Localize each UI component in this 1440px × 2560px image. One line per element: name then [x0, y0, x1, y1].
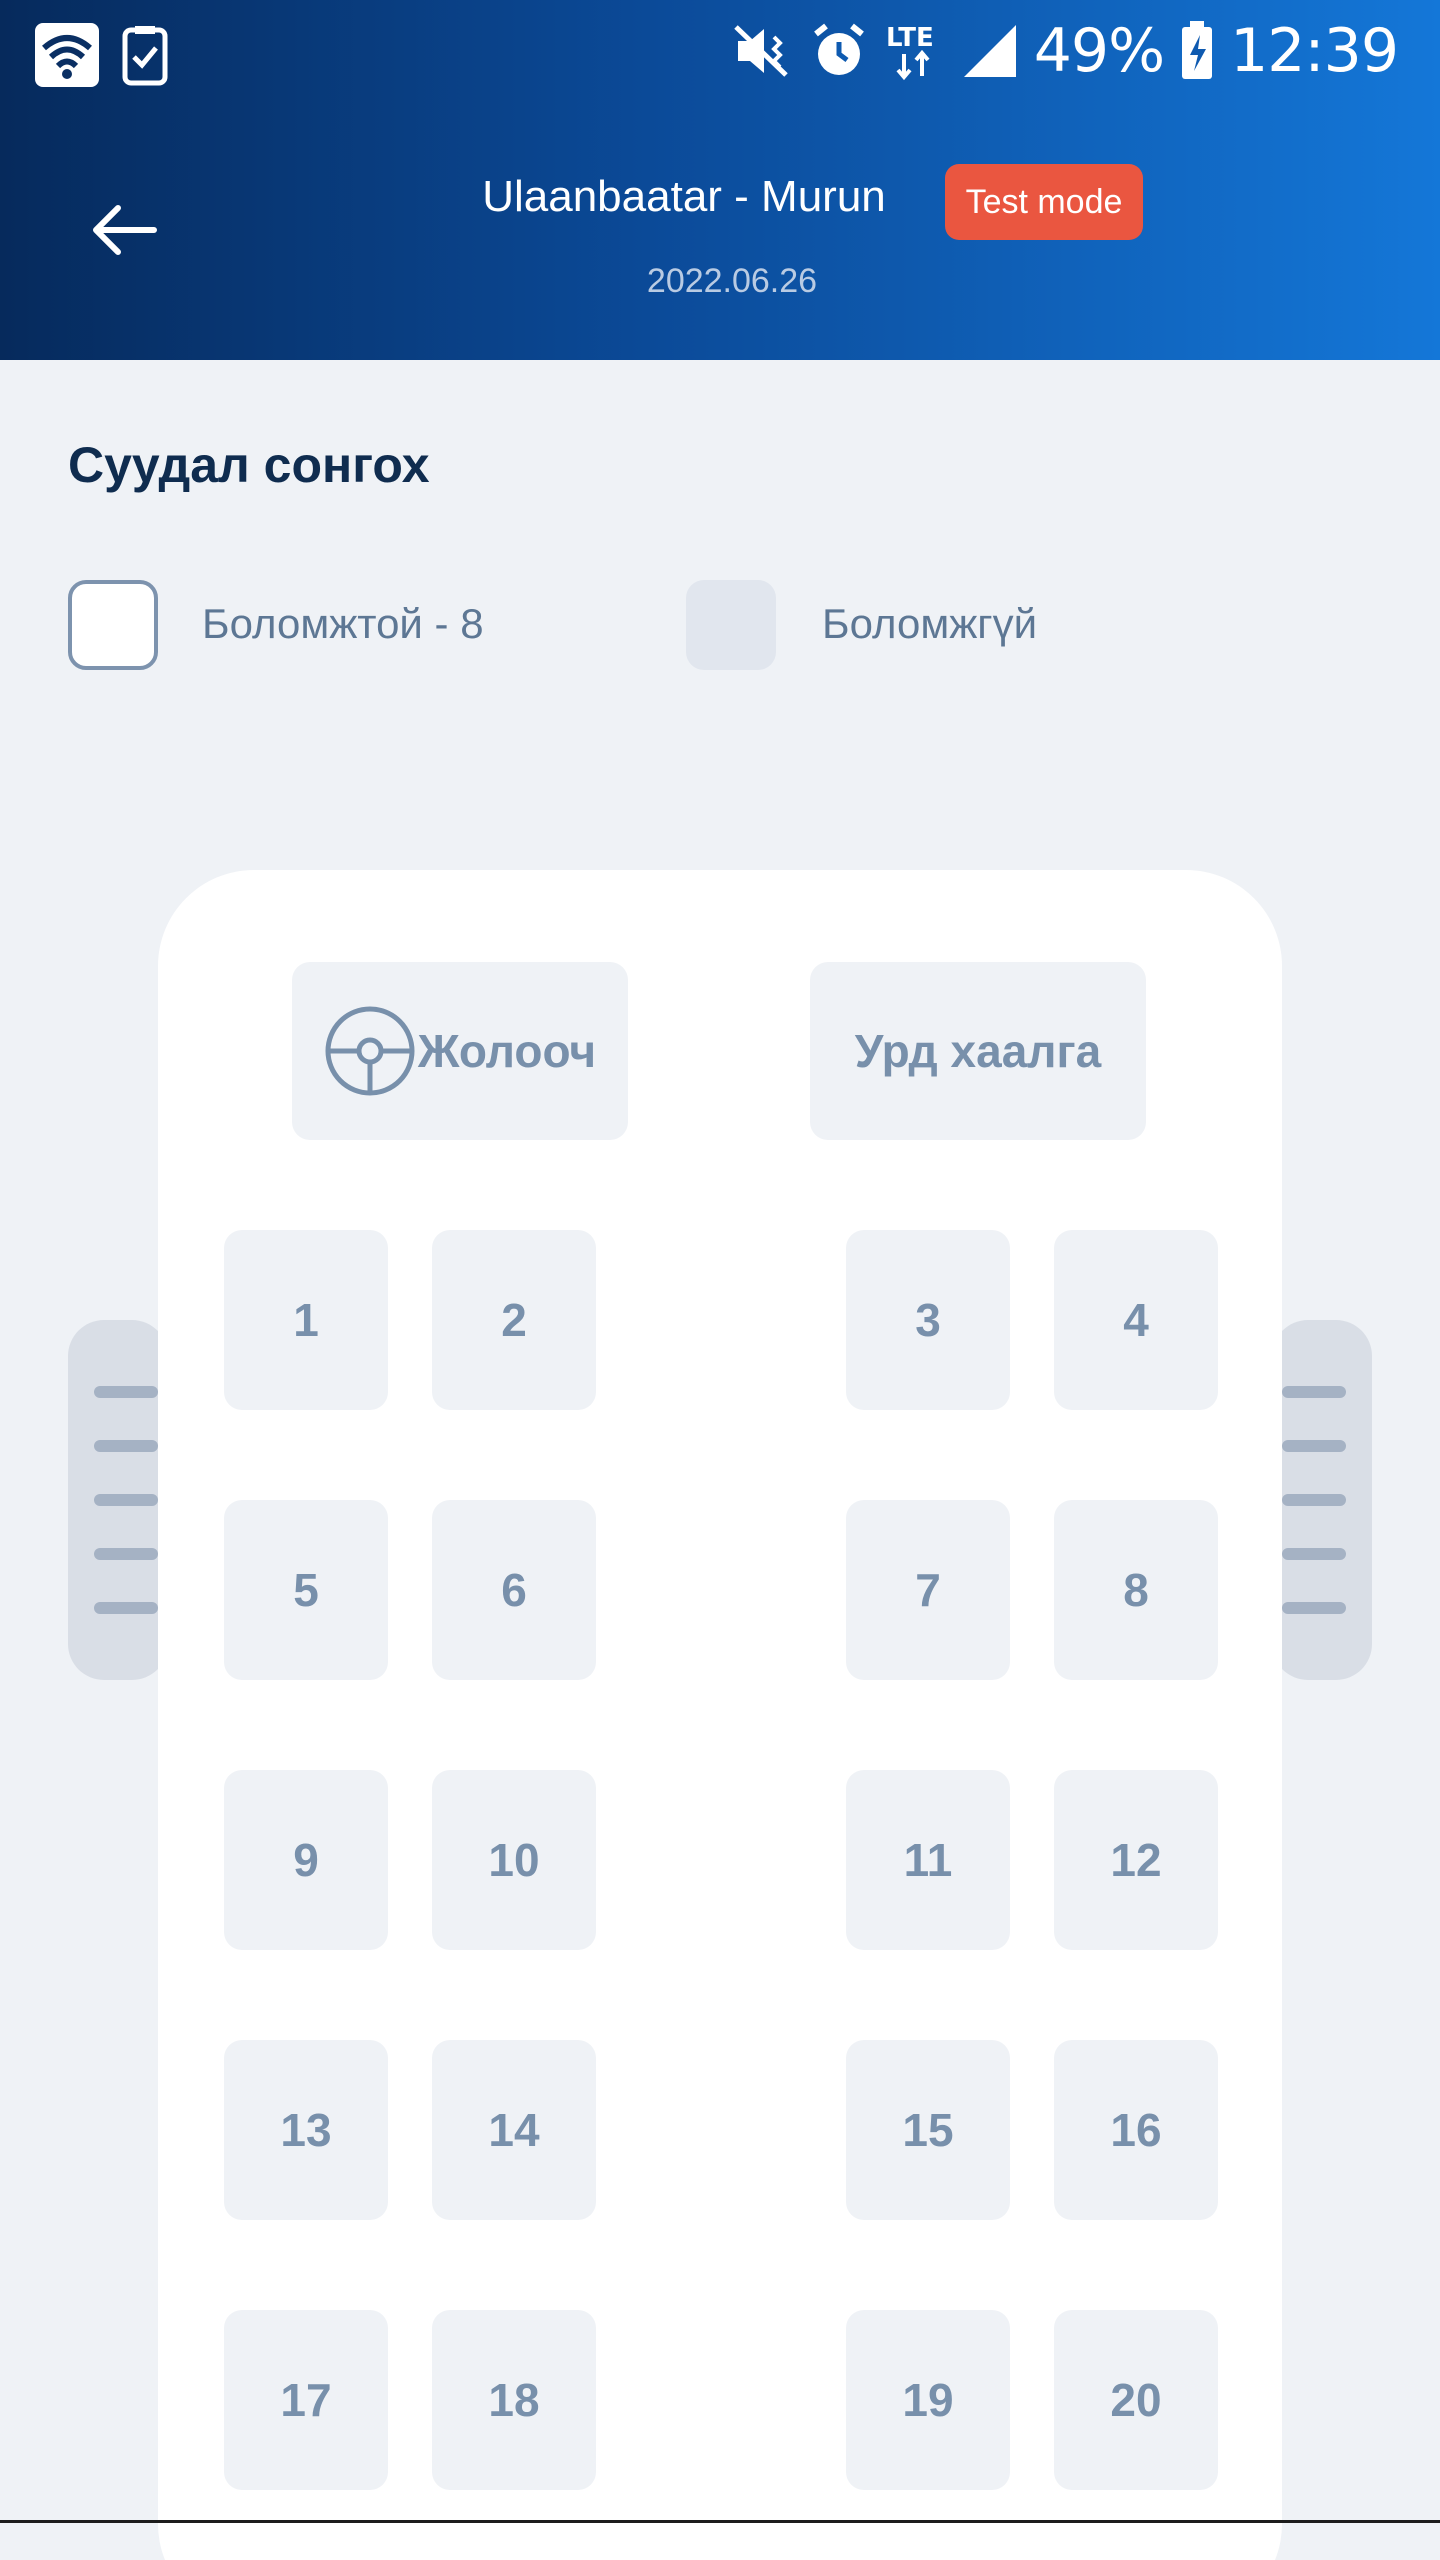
wifi-icon: [34, 22, 100, 88]
signal-icon: [962, 23, 1018, 79]
seat-9[interactable]: 9: [224, 1770, 388, 1950]
seat-2[interactable]: 2: [432, 1230, 596, 1410]
legend-available-swatch: [68, 580, 158, 670]
screen-bottom-edge: [0, 2520, 1440, 2523]
app-header: LTE 49% 12:39 Ulaanbaatar - Murun 2022.0…: [0, 0, 1440, 360]
seat-14[interactable]: 14: [432, 2040, 596, 2220]
seat-11[interactable]: 11: [846, 1770, 1010, 1950]
battery-percent: 49%: [1033, 16, 1165, 86]
route-title: Ulaanbaatar - Murun: [482, 172, 886, 221]
mute-vibrate-icon: [732, 23, 794, 79]
seat-16[interactable]: 16: [1054, 2040, 1218, 2220]
section-title: Суудал сонгох: [68, 437, 430, 493]
status-bar: LTE 49% 12:39: [0, 0, 1440, 108]
seat-4[interactable]: 4: [1054, 1230, 1218, 1410]
seat-20[interactable]: 20: [1054, 2310, 1218, 2490]
seat-3[interactable]: 3: [846, 1230, 1010, 1410]
task-check-icon: [122, 24, 168, 86]
front-door-label: Урд хаалга: [854, 1025, 1102, 1077]
seat-8[interactable]: 8: [1054, 1500, 1218, 1680]
seat-13[interactable]: 13: [224, 2040, 388, 2220]
seat-6[interactable]: 6: [432, 1500, 596, 1680]
left-mirror: [68, 1320, 168, 1680]
seat-5[interactable]: 5: [224, 1500, 388, 1680]
seat-7[interactable]: 7: [846, 1500, 1010, 1680]
seat-17[interactable]: 17: [224, 2310, 388, 2490]
seat-10[interactable]: 10: [432, 1770, 596, 1950]
front-door: Урд хаалга: [810, 962, 1146, 1140]
lte-icon: LTE: [884, 20, 946, 82]
svg-text:LTE: LTE: [886, 23, 934, 53]
legend-available-label: Боломжтой - 8: [202, 600, 484, 647]
clock: 12:39: [1230, 16, 1399, 86]
legend-unavailable-label: Боломжгүй: [822, 600, 1038, 647]
right-mirror: [1272, 1320, 1372, 1680]
driver-label: Жолооч: [417, 1025, 597, 1077]
seat-15[interactable]: 15: [846, 2040, 1010, 2220]
steering-wheel-icon: [325, 1006, 415, 1096]
battery-charging-icon: [1180, 21, 1214, 81]
seat-1[interactable]: 1: [224, 1230, 388, 1410]
alarm-icon: [810, 22, 868, 80]
test-mode-badge: Test mode: [945, 164, 1143, 240]
seat-18[interactable]: 18: [432, 2310, 596, 2490]
legend-unavailable-swatch: [686, 580, 776, 670]
seat-19[interactable]: 19: [846, 2310, 1010, 2490]
seat-12[interactable]: 12: [1054, 1770, 1218, 1950]
trip-date: 2022.06.26: [646, 262, 818, 300]
driver-seat: Жолооч: [292, 962, 628, 1140]
